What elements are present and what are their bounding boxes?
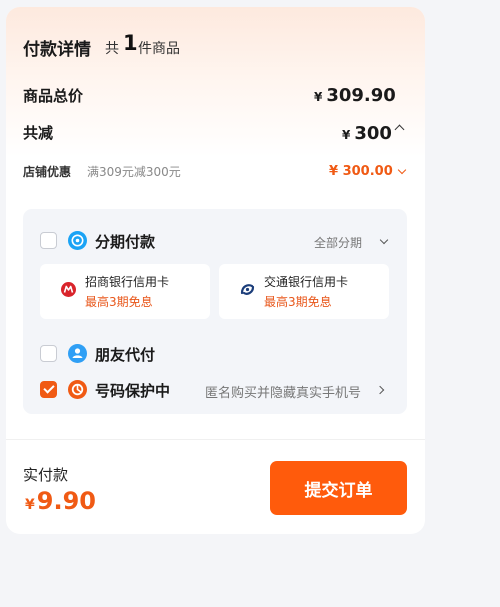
- number-protection-label[interactable]: 号码保护中: [95, 380, 170, 401]
- installment-label[interactable]: 分期付款: [95, 231, 155, 252]
- total-price-value: 309.90: [326, 85, 396, 106]
- total-discount[interactable]: ¥300: [342, 123, 392, 144]
- item-count-suffix: 件商品: [138, 41, 180, 57]
- friend-pay-checkbox[interactable]: [40, 345, 57, 362]
- bank-promo: 最高3期免息: [264, 295, 332, 309]
- amount-due: ¥9.90: [25, 487, 96, 515]
- item-count: 1: [123, 31, 138, 55]
- shop-discount-amount[interactable]: ¥ 300.00: [329, 164, 393, 179]
- total-price: ¥309.90: [314, 85, 396, 106]
- total-discount-label: 共减: [23, 124, 54, 142]
- bank-card-cmb[interactable]: 招商银行信用卡 最高3期免息: [40, 264, 210, 319]
- total-price-label: 商品总价: [23, 87, 84, 105]
- payment-details-card: 付款详情 共 1 件商品 商品总价 ¥309.90 共减 ¥300 店铺优惠 满…: [6, 7, 425, 534]
- bank-promo: 最高3期免息: [85, 295, 153, 309]
- shop-discount-description: 满309元减300元: [87, 165, 181, 179]
- friend-pay-icon: [68, 344, 87, 363]
- cmb-logo-icon: [60, 281, 77, 298]
- privacy-icon: [68, 380, 87, 399]
- bank-card-bocom[interactable]: 交通银行信用卡 最高3期免息: [219, 264, 389, 319]
- all-installment-link[interactable]: 全部分期: [314, 234, 362, 251]
- submit-order-button[interactable]: 提交订单: [270, 461, 407, 515]
- total-discount-value: 300: [354, 123, 392, 144]
- friend-pay-label[interactable]: 朋友代付: [95, 344, 155, 365]
- chevron-right-icon[interactable]: [375, 385, 385, 395]
- bocom-logo-icon: [239, 281, 256, 298]
- number-protection-checkbox[interactable]: [40, 381, 57, 398]
- shop-discount-label: 店铺优惠: [23, 165, 72, 179]
- chevron-down-icon[interactable]: [379, 235, 389, 245]
- amount-due-value: 9.90: [36, 487, 96, 515]
- item-count-prefix: 共: [105, 41, 119, 57]
- currency-symbol: ¥: [342, 128, 351, 142]
- currency-symbol: ¥: [25, 497, 35, 513]
- page-title: 付款详情: [23, 40, 91, 60]
- bank-name: 招商银行信用卡: [85, 275, 170, 289]
- amount-due-label: 实付款: [23, 466, 69, 484]
- number-protection-description[interactable]: 匿名购买并隐藏真实手机号: [205, 382, 361, 401]
- installment-icon: [68, 231, 87, 250]
- installment-checkbox[interactable]: [40, 232, 57, 249]
- bank-name: 交通银行信用卡: [264, 275, 349, 289]
- divider: [6, 439, 425, 440]
- currency-symbol: ¥: [314, 90, 323, 104]
- payment-options-panel: 分期付款 全部分期 招商银行信用卡 最高3期免息 交通银行信用卡 最高3期免息 …: [23, 209, 407, 414]
